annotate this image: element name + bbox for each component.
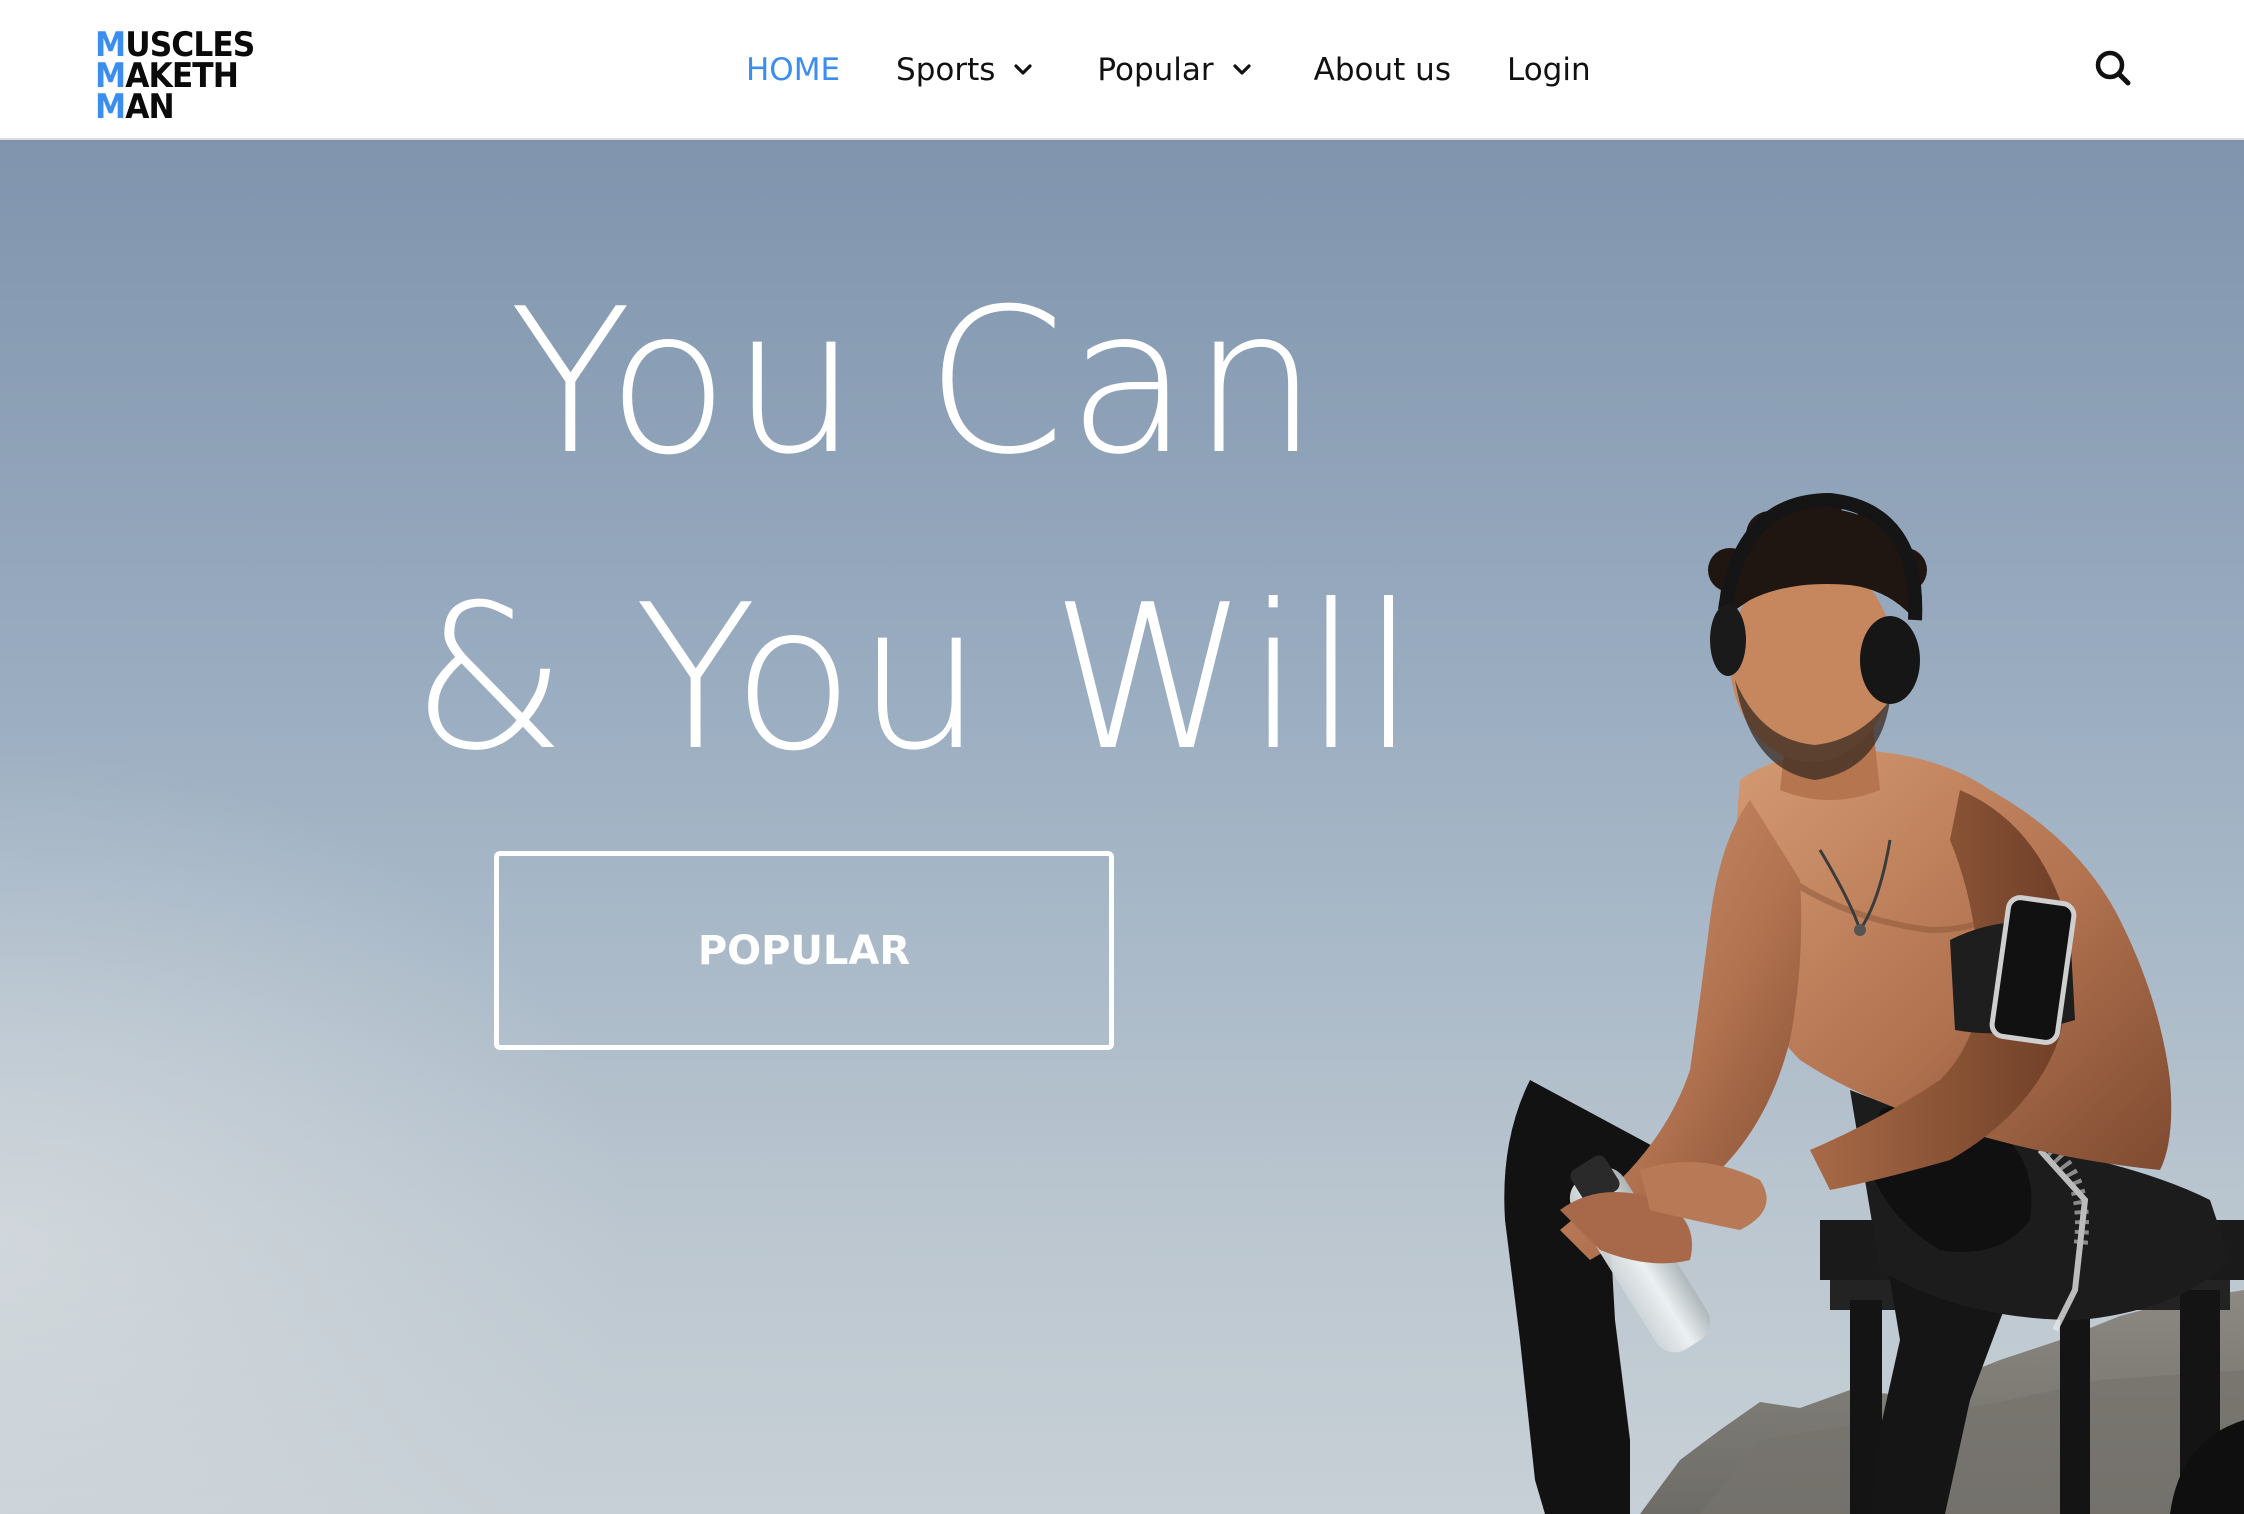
chevron-down-icon [1233, 64, 1251, 75]
search-button[interactable] [2093, 48, 2133, 88]
nav-item-login[interactable]: Login [1507, 52, 1591, 88]
site-header: MUSCLES MAKETH MAN HOME Sports Popular A… [0, 0, 2244, 140]
nav-item-login-label: Login [1506, 52, 1591, 88]
hero-title: You Can & You Will [300, 235, 1530, 827]
hero-section: You Can & You Will POPULAR [0, 140, 2244, 1514]
nav-item-about-us[interactable]: About us [1314, 52, 1451, 88]
nav-item-home-label: HOME [746, 52, 841, 88]
popular-button[interactable]: POPULAR [494, 851, 1114, 1050]
hero-title-line-2: & You Will [411, 562, 1419, 795]
nav-item-popular-label: Popular [1097, 52, 1214, 88]
nav-item-about-us-label: About us [1313, 52, 1451, 88]
logo-line-3: MAN [95, 87, 175, 127]
nav-item-sports-label: Sports [896, 52, 996, 88]
main-nav: HOME Sports Popular About us Login [746, 44, 1591, 96]
site-logo[interactable]: MUSCLES MAKETH MAN [95, 28, 255, 127]
nav-item-sports[interactable]: Sports [896, 52, 1033, 88]
nav-item-popular[interactable]: Popular [1097, 52, 1251, 88]
nav-item-home[interactable]: HOME [746, 52, 840, 88]
search-icon [2095, 50, 2131, 86]
hero-title-line-1: You Can [509, 266, 1321, 499]
chevron-down-icon [1014, 64, 1033, 75]
